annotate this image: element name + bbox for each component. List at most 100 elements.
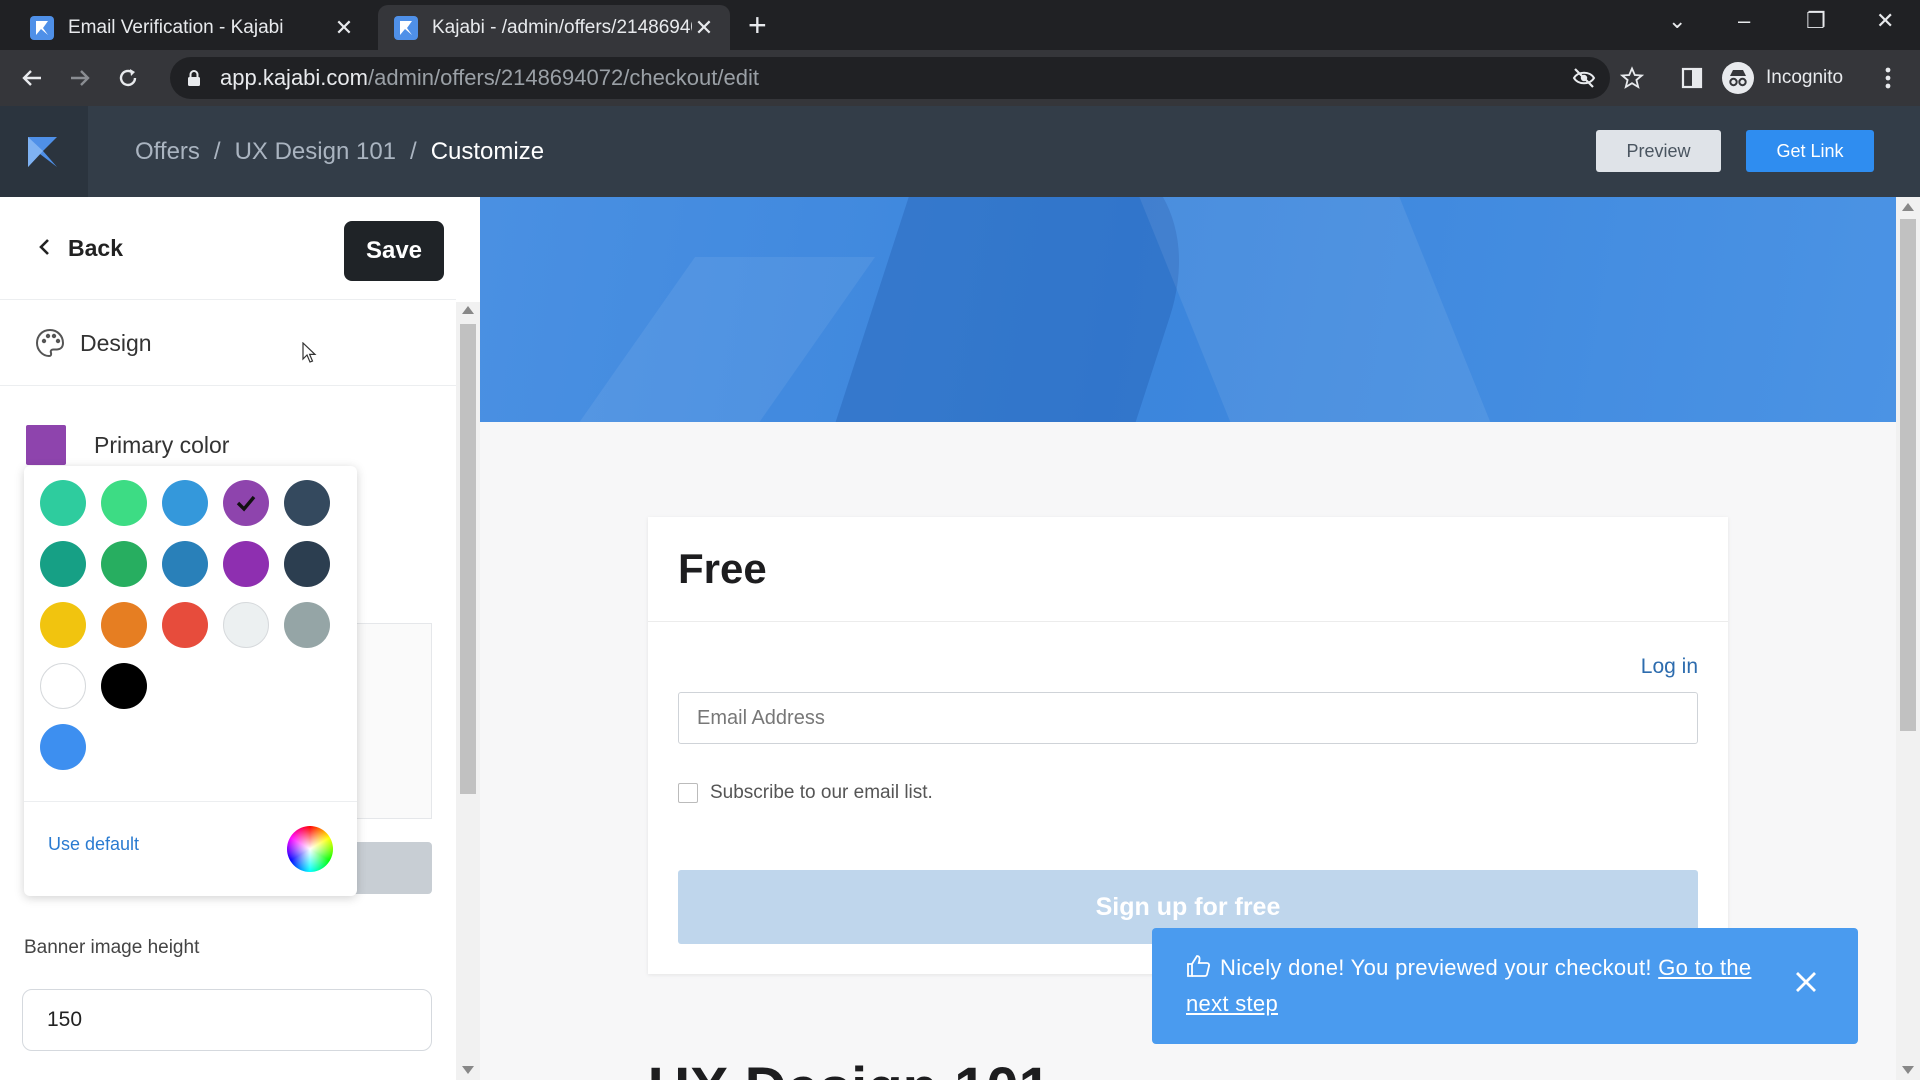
banner-shape bbox=[484, 257, 876, 422]
color-swatch-option[interactable] bbox=[162, 602, 208, 648]
scrollbar-thumb[interactable] bbox=[1900, 219, 1916, 731]
breadcrumb-ux-design-101[interactable]: UX Design 101 bbox=[235, 138, 396, 166]
kajabi-logo-icon[interactable] bbox=[0, 106, 88, 197]
subscribe-label: Subscribe to our email list. bbox=[710, 782, 933, 803]
color-swatch-option[interactable] bbox=[223, 541, 269, 587]
app-header: Offers / UX Design 101 / Customize Previ… bbox=[0, 106, 1920, 197]
toast-message: Nicely done! You previewed your checkout… bbox=[1186, 950, 1756, 1022]
kajabi-favicon-icon bbox=[394, 15, 418, 40]
divider bbox=[648, 621, 1728, 622]
reload-icon[interactable] bbox=[112, 62, 144, 94]
checkmark-icon bbox=[236, 495, 256, 512]
course-title: UX Design 101 bbox=[648, 1055, 1051, 1080]
tab-close-icon[interactable]: ✕ bbox=[332, 15, 356, 41]
scrollbar-thumb[interactable] bbox=[460, 324, 476, 794]
checkout-card: Free Log in Subscribe to our email list.… bbox=[648, 517, 1728, 974]
incognito-label: Incognito bbox=[1766, 67, 1844, 88]
window-close-icon[interactable]: ✕ bbox=[1876, 8, 1894, 34]
address-bar[interactable]: app.kajabi.com/admin/offers/2148694072/c… bbox=[170, 57, 1610, 99]
scroll-down-arrow-icon[interactable] bbox=[462, 1066, 474, 1074]
preview-scrollbar[interactable] bbox=[1896, 197, 1920, 1080]
color-swatch-option[interactable] bbox=[284, 480, 330, 526]
preview-button[interactable]: Preview bbox=[1596, 130, 1721, 172]
color-swatch-option[interactable] bbox=[40, 541, 86, 587]
chevron-left-icon bbox=[38, 236, 50, 262]
thumbs-up-icon bbox=[1186, 953, 1212, 979]
color-swatch-option[interactable] bbox=[223, 480, 269, 526]
color-swatch-option[interactable] bbox=[101, 602, 147, 648]
color-swatch-option[interactable] bbox=[101, 480, 147, 526]
url-text: app.kajabi.com/admin/offers/2148694072/c… bbox=[220, 65, 759, 90]
color-swatch-option[interactable] bbox=[101, 541, 147, 587]
offer-price-title: Free bbox=[678, 545, 767, 592]
banner-image bbox=[480, 197, 1896, 422]
primary-color-swatch[interactable] bbox=[26, 425, 66, 465]
banner-shape bbox=[1123, 197, 1537, 422]
sidebar-scrollbar[interactable] bbox=[456, 302, 480, 1080]
restore-icon[interactable]: ❐ bbox=[1806, 8, 1826, 34]
mouse-cursor-icon bbox=[302, 341, 318, 369]
browser-tab-bar: Email Verification - Kajabi ✕ Kajabi - /… bbox=[0, 0, 1920, 50]
browser-menu-icon[interactable] bbox=[1872, 62, 1904, 94]
primary-color-label: Primary color bbox=[94, 431, 230, 458]
breadcrumb: Offers / UX Design 101 / Customize bbox=[135, 106, 544, 197]
use-default-link[interactable]: Use default bbox=[48, 834, 139, 855]
subscribe-option[interactable]: Subscribe to our email list. bbox=[678, 782, 933, 804]
incognito-profile[interactable]: Incognito bbox=[1722, 58, 1843, 98]
color-swatch-option[interactable] bbox=[40, 480, 86, 526]
palette-icon bbox=[34, 327, 66, 359]
forward-arrow-icon[interactable] bbox=[64, 62, 96, 94]
close-icon[interactable] bbox=[1792, 968, 1820, 996]
tab-search-chevron-icon[interactable]: ⌄ bbox=[1668, 8, 1686, 34]
side-panel-icon[interactable] bbox=[1676, 62, 1708, 94]
breadcrumb-separator: / bbox=[410, 137, 417, 165]
banner-height-label: Banner image height bbox=[24, 937, 200, 958]
lock-icon bbox=[182, 66, 206, 90]
back-arrow-icon[interactable] bbox=[16, 62, 48, 94]
save-button[interactable]: Save bbox=[344, 221, 444, 281]
browser-toolbar: app.kajabi.com/admin/offers/2148694072/c… bbox=[0, 50, 1920, 106]
browser-tab-kajabi-admin[interactable]: Kajabi - /admin/offers/2148694072 ✕ bbox=[378, 5, 730, 50]
color-swatch-option[interactable] bbox=[40, 602, 86, 648]
tab-title: Kajabi - /admin/offers/2148694072 bbox=[432, 16, 692, 38]
log-in-link[interactable]: Log in bbox=[1641, 655, 1698, 679]
color-swatch-option[interactable] bbox=[223, 602, 269, 648]
toast-text: Nicely done! You previewed your checkout… bbox=[1220, 955, 1652, 980]
scroll-down-arrow-icon[interactable] bbox=[1902, 1066, 1914, 1074]
breadcrumb-separator: / bbox=[213, 137, 221, 165]
bookmark-star-icon[interactable] bbox=[1616, 62, 1648, 94]
browser-tab-email-verification[interactable]: Email Verification - Kajabi ✕ bbox=[14, 5, 370, 50]
divider bbox=[0, 299, 456, 300]
banner-height-input[interactable] bbox=[22, 989, 432, 1051]
new-tab-plus-icon[interactable]: + bbox=[748, 9, 767, 41]
email-field[interactable] bbox=[678, 692, 1698, 744]
subscribe-checkbox[interactable] bbox=[678, 783, 698, 803]
scroll-up-arrow-icon[interactable] bbox=[1902, 203, 1914, 211]
breadcrumb-customize: Customize bbox=[430, 137, 545, 165]
color-swatch-option[interactable] bbox=[40, 663, 86, 709]
back-link[interactable]: Back bbox=[38, 235, 123, 262]
divider bbox=[24, 801, 357, 802]
incognito-icon bbox=[1722, 62, 1754, 94]
get-link-button[interactable]: Get Link bbox=[1746, 130, 1874, 172]
color-picker-popover: Use default bbox=[24, 466, 357, 896]
breadcrumb-offers[interactable]: Offers bbox=[135, 138, 200, 166]
color-swatch-option[interactable] bbox=[40, 724, 86, 770]
color-swatch-option[interactable] bbox=[101, 663, 147, 709]
scroll-up-arrow-icon[interactable] bbox=[462, 306, 474, 314]
color-swatch-option[interactable] bbox=[284, 602, 330, 648]
primary-color-setting[interactable]: Primary color bbox=[26, 425, 229, 465]
design-section-header[interactable]: Design bbox=[34, 327, 152, 359]
kajabi-favicon-icon bbox=[30, 15, 54, 40]
color-swatch-option[interactable] bbox=[284, 541, 330, 587]
success-toast: Nicely done! You previewed your checkout… bbox=[1152, 928, 1858, 1044]
color-swatch-option[interactable] bbox=[162, 541, 208, 587]
design-label: Design bbox=[80, 329, 152, 356]
tab-close-icon[interactable]: ✕ bbox=[692, 15, 716, 41]
minimize-icon[interactable]: – bbox=[1738, 8, 1750, 34]
eye-slash-icon[interactable] bbox=[1568, 62, 1600, 94]
divider bbox=[0, 385, 456, 386]
color-swatch-option[interactable] bbox=[162, 480, 208, 526]
custom-color-wheel-icon[interactable] bbox=[287, 826, 333, 872]
tab-title: Email Verification - Kajabi bbox=[68, 16, 284, 38]
